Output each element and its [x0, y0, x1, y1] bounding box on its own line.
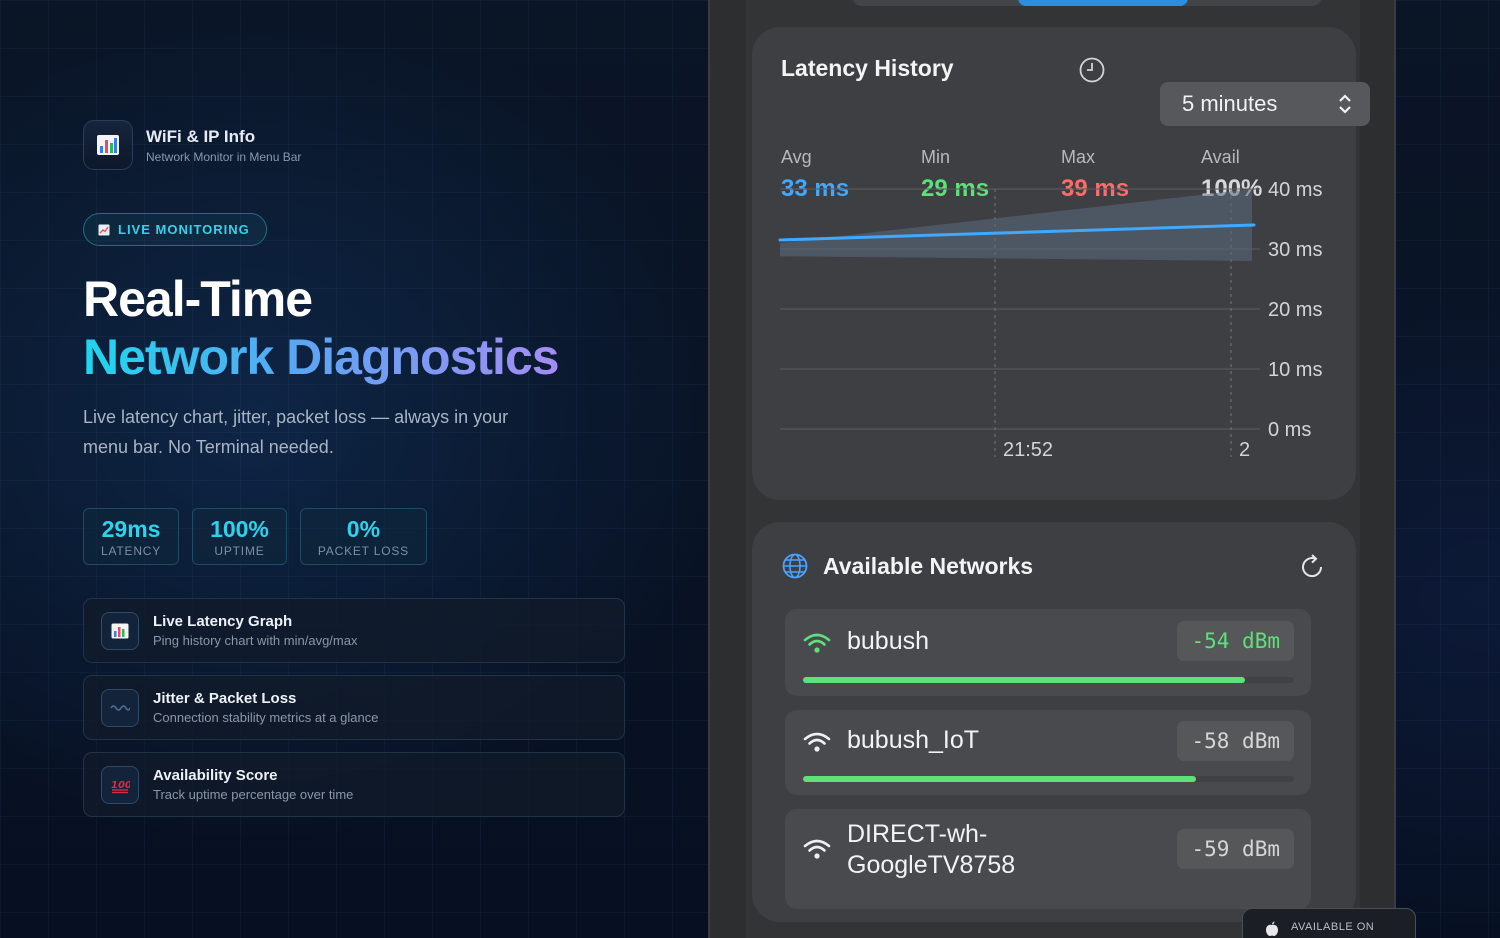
- app-tagline: Network Monitor in Menu Bar: [146, 149, 302, 164]
- network-item-bubush-iot[interactable]: bubush_IoT -58 dBm: [785, 710, 1311, 795]
- feature-title: Availability Score: [153, 767, 278, 784]
- wifi-icon: [803, 633, 831, 653]
- y-tick-label: 10 ms: [1268, 359, 1322, 381]
- network-signal-badge: -59 dBm: [1177, 829, 1294, 869]
- y-tick-label: 20 ms: [1268, 299, 1322, 321]
- feature-desc: Ping history chart with min/avg/max: [153, 633, 358, 648]
- network-item-bubush[interactable]: bubush -54 dBm: [785, 609, 1311, 696]
- stat-packet-loss: 0% PACKET LOSS: [299, 508, 427, 565]
- latency-history-title: Latency History: [781, 55, 954, 81]
- signal-bar-fill: [803, 677, 1245, 683]
- hundred-points-icon: 100: [101, 765, 139, 804]
- badge-label: LIVE MONITORING: [118, 222, 250, 237]
- y-tick-label: 0 ms: [1268, 419, 1311, 441]
- feature-desc: Track uptime percentage over time: [153, 787, 354, 802]
- x-tick-label: 2: [1239, 439, 1250, 461]
- feature-availability: 100 Availability Score Track uptime perc…: [83, 752, 625, 817]
- min-max-band: [780, 189, 1252, 261]
- metric-avg-label: Avg: [781, 147, 812, 167]
- stats-row: 29ms LATENCY 100% UPTIME 0% PACKET LOSS: [83, 508, 427, 565]
- stat-uptime: 100% UPTIME: [192, 508, 287, 565]
- network-name: bubush: [847, 627, 930, 655]
- network-name: DIRECT-wh- GoogleTV8758: [847, 819, 1015, 881]
- stat-value: 29ms: [101, 515, 161, 542]
- app-window-content: Latency History 5 minutes Avg 33 ms Min …: [746, 0, 1370, 938]
- refresh-icon[interactable]: [1298, 553, 1326, 581]
- x-tick-label: 21:52: [1003, 439, 1053, 461]
- feature-jitter: Jitter & Packet Loss Connection stabilit…: [83, 675, 625, 740]
- app-store-label: AVAILABLE ON: [1291, 921, 1375, 933]
- wifi-icon: [803, 839, 831, 859]
- bar-chart-icon: [83, 120, 133, 170]
- app-store-badge[interactable]: AVAILABLE ON: [1242, 908, 1416, 938]
- stat-label: UPTIME: [214, 543, 265, 558]
- y-tick-label: 30 ms: [1268, 239, 1322, 261]
- available-networks-title: Available Networks: [823, 553, 1034, 579]
- y-tick-label: 40 ms: [1268, 179, 1322, 201]
- brand: WiFi & IP Info Network Monitor in Menu B…: [83, 120, 301, 170]
- up-down-chevron-icon: [1339, 94, 1351, 114]
- signal-bar-track: [803, 677, 1294, 683]
- latency-history-card: Latency History 5 minutes Avg 33 ms Min …: [752, 27, 1370, 500]
- app-window: Latency History 5 minutes Avg 33 ms Min …: [708, 0, 1396, 938]
- time-range-select[interactable]: 5 minutes: [1160, 82, 1370, 126]
- clock-icon[interactable]: [1078, 56, 1106, 84]
- stat-label: PACKET LOSS: [317, 543, 409, 558]
- metric-avail-label: Avail: [1201, 147, 1240, 167]
- network-name: bubush_IoT: [847, 726, 980, 754]
- signal-bar-fill: [803, 776, 1196, 782]
- hero-lead: Live latency chart, jitter, packet loss …: [83, 407, 509, 457]
- available-networks-card: Available Networks bubush -54 dBm bubush…: [752, 522, 1356, 922]
- stat-value: 0%: [346, 515, 381, 542]
- network-item-direct-googletv[interactable]: DIRECT-wh- GoogleTV8758 -59 dBm: [785, 809, 1311, 909]
- network-signal-badge: -58 dBm: [1177, 721, 1294, 761]
- network-signal-badge: -54 dBm: [1177, 621, 1294, 661]
- hero-title-line1: Real-Time: [83, 271, 313, 327]
- wifi-icon: [803, 732, 831, 752]
- wave-icon: [101, 688, 139, 727]
- bar-chart-icon: [101, 611, 139, 650]
- metric-max-label: Max: [1061, 147, 1096, 167]
- latency-chart: 40 ms 30 ms 20 ms 10 ms 0 ms 21:52 2: [778, 179, 1322, 461]
- hero-title-line2: Network Diagnostics: [83, 329, 560, 385]
- live-monitoring-badge: LIVE MONITORING: [83, 213, 267, 246]
- stat-label: LATENCY: [101, 543, 162, 558]
- chart-up-icon: [98, 224, 110, 235]
- network-name-line1: DIRECT-wh-: [847, 820, 988, 848]
- feature-title: Jitter & Packet Loss: [153, 690, 297, 707]
- apple-icon: [1266, 921, 1278, 936]
- signal-bar-track: [803, 776, 1294, 782]
- feature-latency-graph: Live Latency Graph Ping history chart wi…: [83, 598, 625, 663]
- feature-title: Live Latency Graph: [153, 613, 293, 630]
- time-range-value: 5 minutes: [1182, 91, 1278, 116]
- segmented-control-active[interactable]: [1018, 0, 1188, 6]
- network-name-line2: GoogleTV8758: [847, 851, 1016, 879]
- feature-desc: Connection stability metrics at a glance: [153, 710, 379, 725]
- globe-icon: [782, 553, 808, 579]
- metric-min-label: Min: [921, 147, 951, 167]
- stat-value: 100%: [210, 515, 269, 542]
- stat-latency: 29ms LATENCY: [83, 508, 180, 565]
- app-name: WiFi & IP Info: [146, 126, 256, 146]
